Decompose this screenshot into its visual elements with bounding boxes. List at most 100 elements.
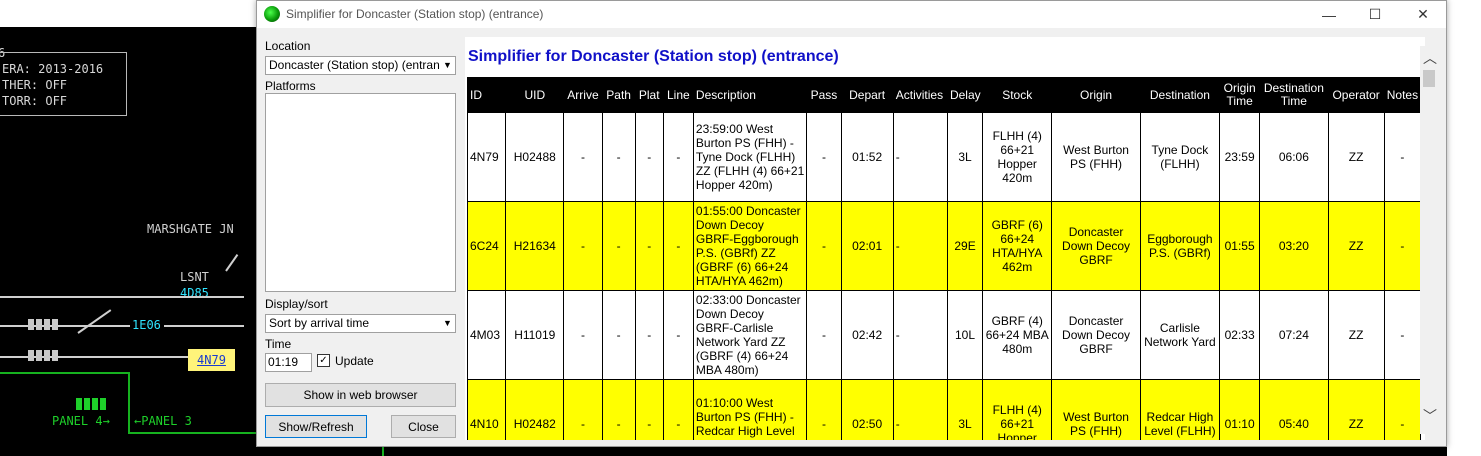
app-icon — [264, 6, 280, 22]
panel-boundary-bottom — [128, 432, 258, 434]
cell-depart: 02:50 — [840, 379, 894, 440]
maximize-button[interactable]: ☐ — [1352, 1, 1398, 28]
track-mid-right — [164, 325, 244, 327]
cell-origin-time: 23:59 — [1219, 112, 1261, 202]
display-sort-label: Display/sort — [265, 297, 328, 311]
cell-description: 01:10:00 West Burton PS (FHH) -Redcar Hi… — [692, 379, 808, 440]
cell-notes: - — [1383, 379, 1422, 440]
cell-uid: H02488 — [505, 112, 565, 202]
window-title: Simplifier for Doncaster (Station stop) … — [286, 7, 544, 21]
column-header: Origin Time — [1219, 77, 1261, 113]
cell-destination: Eggborough P.S. (GBRf) — [1139, 201, 1221, 291]
cell-arrive: - — [563, 201, 603, 291]
show-in-browser-button[interactable]: Show in web browser — [265, 383, 456, 407]
cell-uid: H02482 — [505, 379, 565, 440]
cell-line: - — [662, 379, 694, 440]
panel-3-text: PANEL 3 — [141, 414, 192, 428]
cell-depart: 02:42 — [840, 290, 894, 380]
title-bar[interactable]: Simplifier for Doncaster (Station stop) … — [257, 1, 1446, 28]
cell-pass: - — [806, 201, 842, 291]
arrow-right-icon: → — [102, 414, 110, 428]
column-header: Path — [601, 77, 636, 113]
cell-path: - — [601, 290, 636, 380]
track-mid-left — [0, 325, 130, 327]
cell-delay: 29E — [946, 201, 984, 291]
column-header: Plat — [634, 77, 664, 113]
cell-pass: - — [806, 290, 842, 380]
close-window-button[interactable]: ✕ — [1400, 1, 1446, 28]
platforms-label: Platforms — [265, 79, 316, 93]
location-select[interactable]: Doncaster (Station stop) (entranc ▼ — [265, 56, 456, 75]
track-diagonal — [225, 254, 239, 272]
schedule-table: ID UID Arrive Path Plat Line Description Pass De… — [466, 77, 1422, 440]
panel-4-label[interactable]: PANEL 4→ — [52, 414, 110, 428]
cell-origin-time: 02:33 — [1219, 290, 1261, 380]
panel-indicator-blocks — [76, 398, 106, 410]
cell-path: - — [601, 201, 636, 291]
cell-delay: 3L — [946, 379, 984, 440]
cell-notes: - — [1383, 201, 1422, 291]
junction-label: MARSHGATE JN — [147, 222, 234, 236]
berth-4n79[interactable]: 4N79 — [188, 349, 235, 371]
scroll-up-icon[interactable]: ︿ — [1423, 48, 1437, 68]
cell-stock: FLHH (4) 66+21 Hopper 420m — [982, 112, 1053, 202]
chevron-down-icon[interactable]: ▼ — [440, 57, 455, 74]
column-header: Origin — [1051, 77, 1141, 113]
panel-3-label[interactable]: ←PANEL 3 — [134, 414, 192, 428]
report-view[interactable]: Simplifier for Doncaster (Station stop) … — [465, 37, 1425, 440]
cell-line: - — [662, 201, 694, 291]
column-header: Notes — [1383, 77, 1422, 113]
cell-description: 02:33:00 Doncaster Down Decoy GBRF-Carli… — [692, 290, 808, 380]
cell-destination: Tyne Dock (FLHH) — [1139, 112, 1221, 202]
column-header: UID — [505, 77, 565, 113]
cell-uid: H21634 — [505, 201, 565, 291]
update-checkbox[interactable]: ✓ — [317, 354, 330, 367]
cell-stock: GBRF (4) 66+24 MBA 480m — [982, 290, 1053, 380]
column-header: Activities — [892, 77, 948, 113]
report-title: Simplifier for Doncaster (Station stop) … — [468, 48, 839, 65]
cell-id: 4N79 — [466, 112, 507, 202]
scroll-down-icon[interactable]: ﹀ — [1423, 406, 1437, 426]
cell-arrive: - — [563, 112, 603, 202]
table-row: 4M03 H11019- - - -02:33:00 Doncaster Down De… — [466, 290, 1422, 380]
cell-activities: - — [892, 112, 948, 202]
cell-depart: 02:01 — [840, 201, 894, 291]
vertical-scrollbar[interactable]: ︿ ﹀ — [1420, 46, 1440, 434]
column-header: Pass — [806, 77, 842, 113]
era-line: ERA: 2013-2016 — [2, 62, 104, 76]
cell-origin: West Burton PS (FHH) — [1051, 379, 1141, 440]
chevron-down-icon[interactable]: ▼ — [440, 315, 455, 332]
panel-boundary-stub — [382, 447, 384, 456]
cell-delay: 10L — [946, 290, 984, 380]
minimize-button[interactable]: — — [1306, 1, 1352, 28]
cell-operator: ZZ — [1327, 201, 1385, 291]
cell-operator: ZZ — [1327, 379, 1385, 440]
display-sort-select[interactable]: Sort by arrival time ▼ — [265, 314, 456, 333]
table-row: 4N10 H02482- - - -01:10:00 West Burton PS (F… — [466, 379, 1422, 440]
cell-destination-time: 07:24 — [1259, 290, 1329, 380]
torr-line: TORR: OFF — [2, 94, 68, 108]
signal-blocks-mid — [28, 319, 58, 330]
lsnt-label: LSNT — [180, 270, 209, 284]
cell-arrive: - — [563, 379, 603, 440]
update-label[interactable]: Update — [335, 354, 374, 368]
platforms-list[interactable] — [265, 93, 456, 292]
scroll-thumb[interactable] — [1423, 70, 1435, 87]
cell-operator: ZZ — [1327, 290, 1385, 380]
weather-line: THER: OFF — [2, 78, 68, 92]
cell-activities: - — [892, 201, 948, 291]
headcode-1e06[interactable]: 1E06 — [132, 318, 161, 332]
column-header: Stock — [982, 77, 1053, 113]
cell-stock: FLHH (4) 66+21 Hopper — [982, 379, 1053, 440]
cell-line: - — [662, 290, 694, 380]
cell-origin-time: 01:55 — [1219, 201, 1261, 291]
show-refresh-button[interactable]: Show/Refresh — [265, 415, 367, 438]
time-label: Time — [265, 337, 292, 351]
panel-boundary-vertical — [128, 372, 130, 432]
time-input[interactable]: 01:19 — [265, 353, 312, 372]
cell-notes: - — [1383, 290, 1422, 380]
cell-depart: 01:52 — [840, 112, 894, 202]
cell-activities: - — [892, 290, 948, 380]
cell-destination-time: 03:20 — [1259, 201, 1329, 291]
close-button[interactable]: Close — [391, 415, 456, 438]
